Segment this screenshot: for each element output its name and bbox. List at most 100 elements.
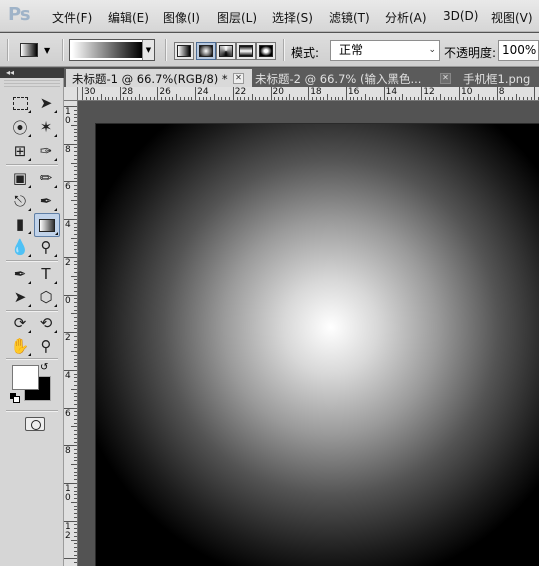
ruler-tick — [74, 543, 77, 545]
ruler-tick — [71, 200, 77, 202]
radial-gradient-icon[interactable] — [196, 42, 216, 60]
swap-colors-icon[interactable]: ↺ — [40, 362, 48, 373]
quick-mask-button[interactable] — [25, 417, 45, 431]
ruler-tick — [74, 222, 77, 224]
gradient-dropdown-button[interactable]: ▼ — [142, 40, 154, 60]
type-tool-icon[interactable]: T — [34, 263, 58, 285]
ruler-tick — [443, 97, 445, 100]
ruler-tick — [334, 97, 336, 100]
menu-filter[interactable]: 滤镜(T) — [329, 9, 370, 26]
photoshop-logo-icon: Ps — [8, 4, 31, 25]
ruler-origin[interactable] — [64, 87, 78, 101]
menu-layer[interactable]: 图层(L) — [217, 9, 257, 26]
angle-gradient-icon[interactable] — [216, 42, 236, 60]
ruler-tick — [74, 437, 77, 439]
ruler-tick — [74, 204, 77, 206]
tab-document-2[interactable]: 未标题-2 @ 66.7% (输入黑色... ✕ — [249, 69, 460, 89]
close-icon[interactable]: ✕ — [440, 73, 451, 84]
marquee-tool-icon[interactable] — [8, 92, 32, 114]
ruler-tick — [157, 87, 159, 100]
ruler-tick — [202, 97, 204, 100]
path-selection-tool-icon[interactable]: ➤ — [8, 286, 32, 308]
magic-wand-tool-icon[interactable]: ✶ — [34, 116, 58, 138]
default-colors-icon[interactable] — [10, 393, 20, 403]
toolbox-collapse-button[interactable]: ◂◂ — [0, 68, 64, 78]
ruler-tick — [74, 335, 77, 337]
menu-view[interactable]: 视图(V) — [491, 9, 533, 26]
ruler-tick — [221, 97, 223, 100]
menu-analysis[interactable]: 分析(A) — [385, 9, 427, 26]
ruler-tick — [285, 97, 287, 100]
move-tool-icon[interactable]: ➤ — [34, 92, 58, 114]
tab-document-1[interactable]: 未标题-1 @ 66.7%(RGB/8) * ✕ — [66, 69, 252, 89]
dodge-tool-icon[interactable]: ⚲ — [34, 236, 58, 258]
chevron-down-icon: ⌄ — [428, 45, 436, 55]
ruler-tick — [425, 97, 427, 100]
ruler-tick — [89, 97, 91, 100]
ruler-tick — [153, 97, 155, 100]
tool-preset-picker[interactable]: ▼ — [16, 40, 56, 60]
tab-document-3[interactable]: 手机框1.png — [457, 69, 539, 89]
ruler-tick — [274, 97, 276, 100]
3d-rotate-tool-icon[interactable]: ⟳ — [8, 312, 32, 334]
close-icon[interactable]: ✕ — [233, 73, 244, 84]
vertical-ruler[interactable]: 108642024681012 — [64, 101, 78, 566]
eyedropper-tool-icon[interactable]: ✑ — [34, 140, 58, 162]
menu-edit[interactable]: 编辑(E) — [108, 9, 149, 26]
ruler-tick — [244, 97, 246, 100]
options-divider — [7, 39, 9, 61]
ruler-tick — [432, 97, 434, 100]
ruler-tick — [210, 97, 212, 100]
pen-tool-icon[interactable]: ✒ — [8, 263, 32, 285]
gradient-preview[interactable] — [72, 42, 142, 58]
ruler-tick — [74, 121, 77, 123]
ruler-label: 0 — [65, 116, 71, 126]
ruler-tick — [74, 433, 77, 435]
brush-tool-icon[interactable]: ✏ — [34, 167, 58, 189]
document-canvas[interactable] — [96, 124, 539, 566]
ruler-tick — [119, 87, 121, 100]
spot-healing-tool-icon[interactable]: ▣ — [8, 167, 32, 189]
menu-select[interactable]: 选择(S) — [272, 9, 313, 26]
gradient-tool-preset-icon — [20, 43, 38, 57]
history-brush-tool-icon[interactable]: ✒ — [34, 190, 58, 212]
zoom-tool-icon[interactable]: ⚲ — [34, 335, 58, 357]
ruler-tick — [251, 94, 253, 100]
blur-tool-icon[interactable]: 💧 — [8, 236, 32, 258]
foreground-color-swatch[interactable] — [12, 365, 39, 390]
opacity-input[interactable]: 100% — [498, 40, 539, 61]
ruler-tick — [225, 97, 227, 100]
linear-gradient-icon[interactable] — [174, 42, 194, 60]
ruler-tick — [108, 97, 110, 100]
gradient-tool-icon[interactable] — [34, 213, 60, 237]
reflected-gradient-icon[interactable] — [236, 42, 256, 60]
clone-stamp-tool-icon[interactable]: ⎋ — [8, 190, 32, 212]
horizontal-ruler[interactable]: 30 28 26 24 22 20 18 16 14 12 10 8 — [78, 87, 539, 101]
ruler-tick — [398, 97, 400, 100]
ruler-tick — [368, 97, 370, 100]
ruler-tick — [131, 97, 132, 100]
ruler-tick — [289, 94, 291, 100]
eraser-tool-icon[interactable]: ▮ — [8, 213, 32, 235]
blend-mode-value: 正常 — [339, 43, 364, 57]
ruler-tick — [74, 498, 77, 500]
ruler-tick — [74, 524, 77, 526]
toolbox-grip[interactable] — [4, 79, 60, 87]
diamond-gradient-icon[interactable] — [256, 42, 276, 60]
menu-file[interactable]: 文件(F) — [52, 9, 92, 26]
hand-tool-icon[interactable]: ✋ — [8, 335, 32, 357]
ruler-tick — [466, 97, 468, 100]
3d-orbit-tool-icon[interactable]: ⟲ — [34, 312, 58, 334]
ruler-tick — [270, 87, 272, 100]
gradient-editor[interactable]: ▼ — [69, 39, 155, 61]
ruler-tick — [372, 97, 374, 100]
ruler-tick — [74, 441, 77, 443]
ruler-tick — [74, 226, 77, 228]
crop-tool-icon[interactable]: ⊞ — [8, 140, 32, 162]
ruler-tick — [161, 97, 163, 100]
menu-image[interactable]: 图像(I) — [163, 9, 200, 26]
menu-3d[interactable]: 3D(D) — [443, 9, 478, 23]
shape-tool-icon[interactable]: ⬡ — [34, 286, 58, 308]
blend-mode-select[interactable]: 正常 ⌄ — [330, 40, 440, 61]
lasso-tool-icon[interactable]: ⦿ — [8, 116, 32, 138]
